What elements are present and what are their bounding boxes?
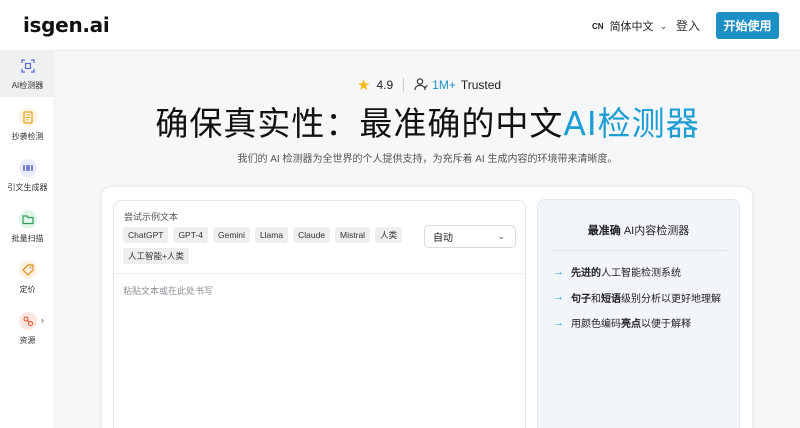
login-link[interactable]: 登入 xyxy=(676,17,700,34)
sample-chip-claude[interactable]: Claude xyxy=(293,227,331,243)
sample-chip-chatgpt[interactable]: ChatGPT xyxy=(123,227,169,243)
feature-text: 级别分析以更好地理解 xyxy=(621,293,721,305)
logo[interactable]: isgen.ai xyxy=(23,13,110,37)
lang-label: 简体中文 xyxy=(609,21,654,33)
star-icon: ★ xyxy=(357,77,371,94)
sidebar-item-label: AI检测器 xyxy=(11,81,44,90)
tag-icon xyxy=(18,261,37,279)
feature-list: → 先进的 人工智能检测系统 → 句子和短语 级别分析以更好地理解 → 用颜色编码… xyxy=(553,265,721,342)
language-selector[interactable]: CN 简体中文 ⌄ xyxy=(592,18,667,34)
scan-icon xyxy=(19,57,37,75)
sample-chip-gemini[interactable]: Gemini xyxy=(213,227,250,243)
page-title: 确保真实性：最准确的中文AI检测器 xyxy=(0,97,800,145)
page-subtitle: 我们的 AI 检测器为全世界的个人提供支持，为充斥着 AI 生成内容的环境带来清… xyxy=(237,154,618,165)
feature-text: 用颜色编码 xyxy=(571,319,621,330)
info-title-rest: AI内容检测器 xyxy=(620,225,690,237)
sample-chip-mistral[interactable]: Mistral xyxy=(335,227,371,243)
feature-text: 人工智能检测系统 xyxy=(601,268,681,279)
rating-bar: ★ 4.9 1M+ Trusted xyxy=(357,76,501,94)
get-started-button[interactable]: 开始使用 xyxy=(716,12,779,39)
sidebar-item-ai-detector[interactable]: AI检测器 xyxy=(0,51,55,97)
chevron-right-icon[interactable]: › xyxy=(41,315,44,325)
feature-item: → 句子和短语 级别分析以更好地理解 xyxy=(553,291,721,305)
top-header: isgen.ai CN 简体中文 ⌄ 登入 开始使用 xyxy=(0,0,800,51)
feature-item: → 先进的 人工智能检测系统 xyxy=(553,265,721,280)
sidebar-item-resources[interactable]: › 资源 xyxy=(0,306,55,352)
feature-bold: 句子 xyxy=(571,293,591,305)
sidebar-item-label: 引文生成器 xyxy=(7,183,48,192)
trusted-label: Trusted xyxy=(460,78,502,92)
feature-bold: 先进的 xyxy=(571,268,601,279)
panel-divider xyxy=(114,273,525,274)
text-input-area[interactable]: 粘贴文本或在此处书写 xyxy=(123,284,213,297)
rating-value: 4.9 xyxy=(376,78,394,92)
feature-text: 和 xyxy=(591,293,601,305)
info-title: 最准确 AI内容检测器 xyxy=(537,222,740,238)
sample-chip-human[interactable]: 人类 xyxy=(375,227,403,243)
divider xyxy=(403,78,405,92)
sidebar-item-bulk-scan[interactable]: 批量扫描 xyxy=(0,204,55,250)
chevron-down-icon: ⌄ xyxy=(659,20,668,31)
user-count: 1M+ xyxy=(432,78,456,92)
resources-icon xyxy=(18,312,37,330)
select-value: 自动 xyxy=(433,233,453,244)
sample-chip-gpt4[interactable]: GPT-4 xyxy=(173,227,208,243)
feature-bold: 亮点 xyxy=(621,319,641,330)
sample-chip-ai-human[interactable]: 人工智能+人类 xyxy=(123,248,189,264)
title-main: 确保真实性：最准确的中文 xyxy=(155,104,564,143)
sample-chips: ChatGPT GPT-4 Gemini Llama Claude Mistra… xyxy=(123,227,403,264)
chevron-down-icon: ⌄ xyxy=(497,231,505,241)
info-divider xyxy=(551,250,727,251)
lang-code: CN xyxy=(592,21,604,31)
language-select[interactable]: 自动 ⌄ xyxy=(424,225,516,248)
title-accent: AI检测器 xyxy=(563,104,700,143)
feature-text: 以便于解释 xyxy=(641,319,691,330)
sidebar-item-label: 批量扫描 xyxy=(11,234,44,243)
feature-bold: 短语 xyxy=(601,293,621,305)
sample-text-label: 尝试示例文本 xyxy=(124,212,179,222)
arrow-right-icon: → xyxy=(553,265,564,278)
sidebar-item-label: 定价 xyxy=(19,285,36,294)
arrow-right-icon: → xyxy=(553,291,564,303)
feature-item: → 用颜色编码 亮点 以便于解释 xyxy=(553,316,721,331)
sidebar-item-pricing[interactable]: 定价 xyxy=(0,255,55,301)
folder-icon xyxy=(18,210,37,228)
info-title-bold: 最准确 xyxy=(587,225,621,237)
sample-chip-llama[interactable]: Llama xyxy=(254,227,289,243)
user-icon xyxy=(414,77,429,94)
sidebar-item-label: 资源 xyxy=(19,336,36,345)
arrow-right-icon: → xyxy=(553,316,564,329)
